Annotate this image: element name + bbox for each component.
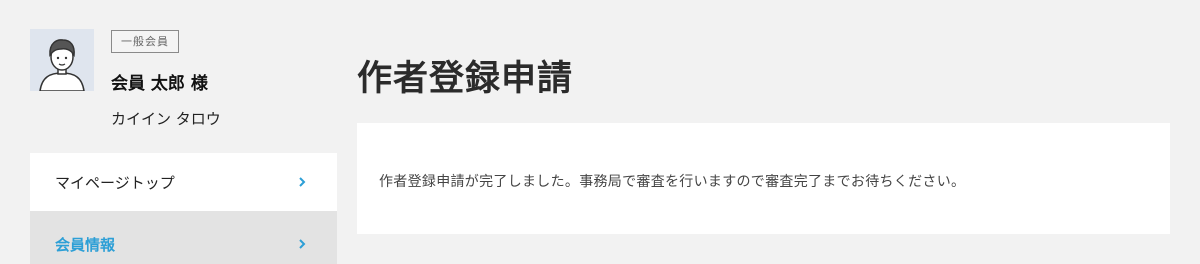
- sidebar: 一般会員 会員 太郎 様 カイイン タロウ マイページトップ 会員情報: [30, 0, 337, 264]
- sidebar-item-member-info[interactable]: 会員情報: [30, 211, 337, 264]
- sidebar-item-mypage-top[interactable]: マイページトップ: [30, 153, 337, 211]
- member-name-kana: カイイン タロウ: [111, 110, 221, 128]
- sidebar-item-label: マイページトップ: [55, 174, 175, 192]
- chevron-right-icon: [299, 239, 306, 249]
- avatar: [30, 29, 94, 91]
- member-type-badge: 一般会員: [111, 30, 179, 53]
- sidebar-nav: マイページトップ 会員情報: [30, 153, 337, 264]
- member-name: 会員 太郎 様: [111, 74, 208, 94]
- chevron-right-icon: [299, 177, 306, 187]
- user-avatar-icon: [30, 29, 94, 91]
- sidebar-item-label: 会員情報: [55, 236, 116, 254]
- completion-message: 作者登録申請が完了しました。事務局で審査を行いますので審査完了までお待ちください…: [379, 174, 966, 190]
- page-title: 作者登録申請: [357, 58, 574, 99]
- completion-message-box: 作者登録申請が完了しました。事務局で審査を行いますので審査完了までお待ちください…: [357, 123, 1170, 234]
- member-profile: 一般会員 会員 太郎 様 カイイン タロウ: [30, 29, 337, 129]
